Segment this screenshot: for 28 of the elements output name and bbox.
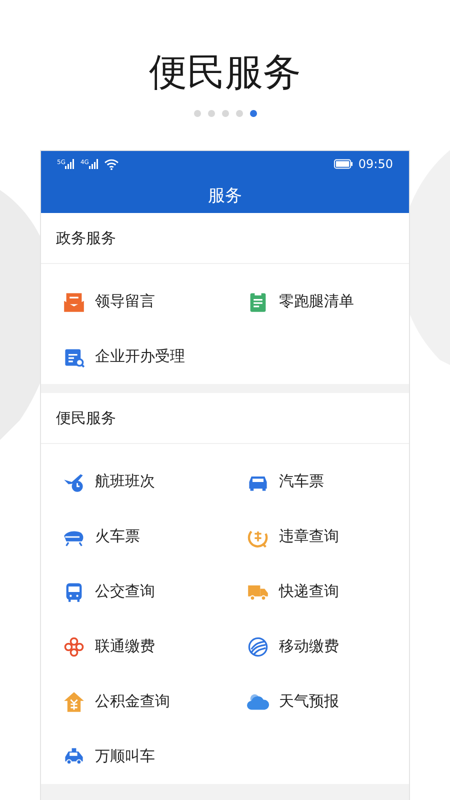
service-item[interactable]: 企业开办受理 bbox=[41, 329, 225, 384]
section-title: 政务服务 bbox=[56, 228, 116, 248]
service-item[interactable]: 领导留言 bbox=[41, 274, 225, 329]
page-dot[interactable] bbox=[250, 110, 256, 117]
service-item[interactable]: 万顺叫车 bbox=[41, 729, 225, 784]
service-item[interactable]: 航班班次 bbox=[41, 454, 225, 509]
page-dot[interactable] bbox=[208, 110, 214, 117]
service-item[interactable]: 天气预报 bbox=[225, 674, 409, 729]
clock-time: 09:50 bbox=[358, 157, 393, 171]
service-item[interactable]: 公积金查询 bbox=[41, 674, 225, 729]
service-item[interactable]: 违章查询 bbox=[225, 509, 409, 564]
service-item[interactable]: 汽车票 bbox=[225, 454, 409, 509]
service-item[interactable]: 联通缴费 bbox=[41, 619, 225, 674]
wifi-icon bbox=[104, 158, 119, 170]
service-item[interactable]: 快递查询 bbox=[225, 564, 409, 619]
page-dot[interactable] bbox=[222, 110, 228, 117]
battery-icon bbox=[334, 159, 354, 169]
headline: 便民服务 bbox=[149, 49, 301, 96]
signal-icon bbox=[65, 159, 76, 169]
service-item[interactable]: 火车票 bbox=[41, 509, 225, 564]
signal-icon bbox=[88, 159, 99, 169]
screen-title: 服务 bbox=[208, 184, 242, 206]
section-title: 便民服务 bbox=[56, 408, 116, 428]
service-item[interactable]: 零跑腿清单 bbox=[225, 274, 409, 329]
page-dot[interactable] bbox=[236, 110, 242, 117]
page-dot[interactable] bbox=[194, 110, 200, 117]
service-item[interactable]: 公交查询 bbox=[41, 564, 225, 619]
service-item[interactable]: 移动缴费 bbox=[225, 619, 409, 674]
